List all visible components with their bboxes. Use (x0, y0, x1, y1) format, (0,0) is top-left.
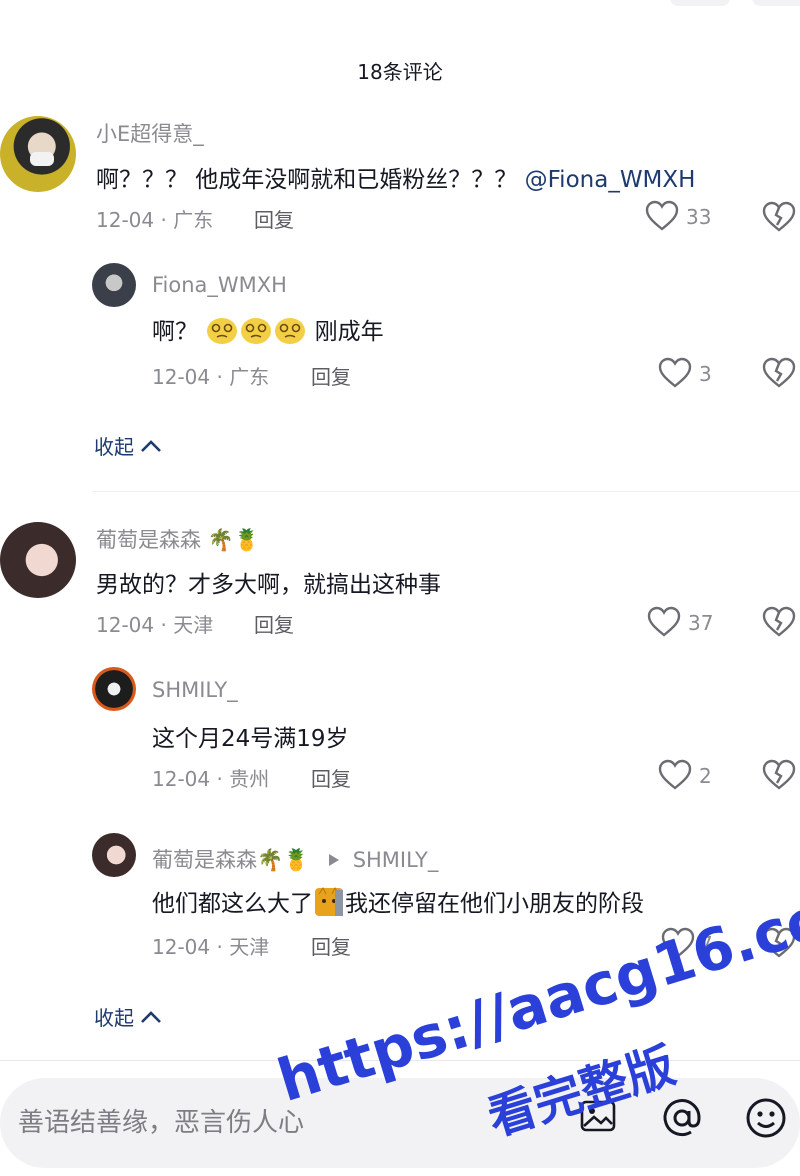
reply-text: 这个月24号满19岁 (152, 726, 349, 752)
reply-meta: 12-04 · 广东 (152, 365, 270, 389)
broken-heart-icon[interactable] (762, 759, 796, 791)
comment-author-name-text: 葡萄是森森 (96, 528, 201, 552)
comment-text: 男故的？才多大啊，就搞出这种事 (96, 572, 441, 598)
heart-icon[interactable] (658, 357, 692, 389)
avatar[interactable] (0, 116, 76, 192)
comment-location: 广东 (173, 208, 214, 232)
comment-text: 啊？？？ 他成年没啊就和已婚粉丝？？？ @Fiona_WMXH (96, 160, 695, 194)
divider (92, 491, 800, 492)
reply-button[interactable]: 回复 (311, 361, 351, 390)
avatar[interactable] (92, 263, 136, 307)
reply-text-after: 我还停留在他们小朋友的阶段 (345, 891, 644, 917)
mention-link[interactable]: @Fiona_WMXH (525, 167, 696, 193)
comment-meta: 12-04 · 广东 (96, 208, 214, 232)
collapse-replies-button[interactable]: 收起 (94, 1002, 162, 1031)
palm-tree-emoji-icon: 🌴 (207, 528, 234, 552)
comments-count-title: 18条评论 (357, 60, 443, 84)
top-partial-element (670, 0, 730, 6)
avatar[interactable] (0, 522, 76, 598)
reply-meta: 12-04 · 贵州 (152, 767, 270, 791)
reply-author-name-text: 葡萄是森森 (152, 848, 257, 872)
like-count: 3 (699, 362, 712, 386)
comment-input-placeholder: 善语结善缘，恶言伤人心 (18, 1108, 305, 1138)
reply-location: 广东 (229, 365, 270, 389)
like-count: 33 (686, 205, 712, 229)
comment-author-name[interactable]: 葡萄是森森 🌴🍍 (96, 524, 260, 554)
pineapple-emoji-icon: 🍍 (233, 528, 260, 552)
like-count: 2 (699, 764, 712, 788)
reply-author-name[interactable]: Fiona_WMXH (152, 273, 287, 297)
collapse-label: 收起 (94, 1006, 134, 1030)
reply-location: 天津 (229, 935, 270, 959)
heart-icon[interactable] (645, 200, 679, 232)
broken-heart-icon[interactable] (762, 357, 796, 389)
reply-to-name[interactable]: SHMILY_ (353, 848, 439, 872)
heart-icon[interactable] (658, 759, 692, 791)
reply-text: 啊？ 刚成年 (152, 312, 384, 352)
reply-button[interactable]: 回复 (254, 204, 294, 233)
dizzy-emoji-icon (273, 314, 307, 352)
like-count: 37 (688, 611, 714, 635)
collapse-label: 收起 (94, 435, 134, 459)
reply-meta: 12-04 · 天津 (152, 935, 270, 959)
comment-author-name[interactable]: 小E超得意_ (96, 118, 204, 148)
top-partial-element (752, 0, 800, 6)
dizzy-emoji-icon (205, 314, 239, 352)
reply-author-name[interactable]: SHMILY_ (152, 678, 238, 702)
reply-button[interactable]: 回复 (311, 931, 351, 960)
broken-heart-icon[interactable] (762, 201, 796, 233)
broken-heart-icon[interactable] (762, 606, 796, 638)
heart-icon[interactable] (647, 606, 681, 638)
cat-emoji-icon (313, 886, 345, 924)
comment-text-body: 啊？？？ 他成年没啊就和已婚粉丝？？？ (96, 167, 518, 193)
at-icon[interactable] (660, 1096, 704, 1140)
comment-date: 12-04 (96, 208, 155, 232)
smile-icon[interactable] (744, 1096, 788, 1140)
collapse-replies-button[interactable]: 收起 (94, 431, 162, 460)
chevron-up-icon (141, 1010, 161, 1023)
chevron-up-icon (141, 439, 161, 452)
reply-author-name[interactable]: 葡萄是森森🌴🍍 SHMILY_ (152, 844, 438, 874)
reply-location: 贵州 (229, 767, 270, 791)
comment-location: 天津 (173, 613, 214, 637)
reply-text: 他们都这么大了 我还停留在他们小朋友的阶段 (152, 884, 644, 924)
reply-button[interactable]: 回复 (254, 609, 294, 638)
pineapple-emoji-icon: 🍍 (283, 848, 310, 872)
reply-text-before: 啊？ (152, 319, 198, 345)
avatar[interactable] (92, 667, 136, 711)
reply-date: 12-04 (152, 365, 211, 389)
palm-tree-emoji-icon: 🌴 (257, 848, 284, 872)
reply-button[interactable]: 回复 (311, 763, 351, 792)
play-triangle-icon (329, 854, 339, 866)
reply-date: 12-04 (152, 767, 211, 791)
reply-text-before: 他们都这么大了 (152, 891, 313, 917)
reply-text-after: 刚成年 (314, 319, 384, 345)
comment-date: 12-04 (96, 613, 155, 637)
avatar[interactable] (92, 833, 136, 877)
dizzy-emoji-icon (239, 314, 273, 352)
reply-date: 12-04 (152, 935, 211, 959)
comment-meta: 12-04 · 天津 (96, 613, 214, 637)
